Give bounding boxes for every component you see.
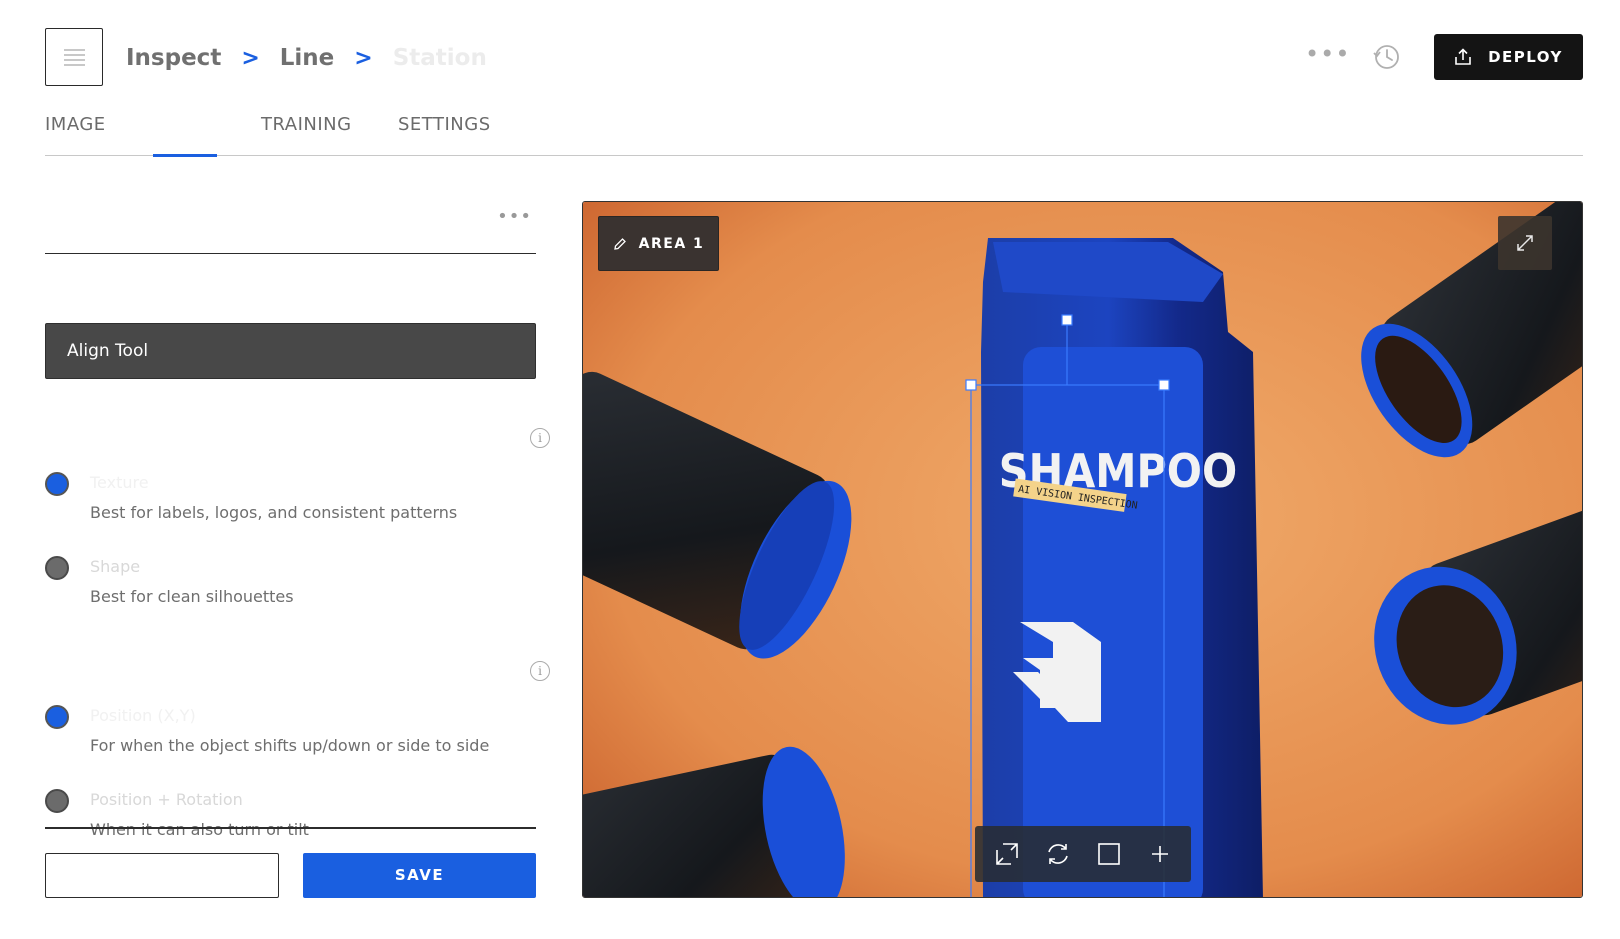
add-tool-button[interactable]	[1141, 835, 1179, 873]
area-label-chip[interactable]: AREA 1	[598, 216, 719, 271]
history-icon[interactable]	[1372, 42, 1402, 72]
breadcrumb-station: Station	[392, 45, 487, 71]
pencil-icon	[613, 237, 626, 250]
option-label-position-xy: Position (X,Y)	[90, 706, 196, 725]
breadcrumb: Inspect > Line > Station	[126, 38, 487, 78]
align-tool-bar[interactable]: Align Tool	[45, 323, 536, 379]
panel-more-icon[interactable]: •••	[497, 206, 532, 227]
panel-divider	[45, 827, 536, 829]
area-label: AREA 1	[638, 235, 705, 252]
expand-icon	[1517, 235, 1533, 251]
cancel-button[interactable]	[45, 853, 279, 898]
resize-icon	[995, 843, 1018, 865]
option-label-position-rotation: Position + Rotation	[90, 790, 243, 809]
breadcrumb-line[interactable]: Line	[280, 45, 335, 71]
option-label-shape: Shape	[90, 557, 141, 576]
active-tab-indicator	[153, 154, 217, 157]
deploy-button[interactable]: DEPLOY	[1434, 34, 1583, 80]
save-button[interactable]: SAVE	[303, 853, 536, 898]
option-desc-position-rotation: When it can also turn or tilt	[90, 820, 309, 839]
menu-button[interactable]	[45, 28, 103, 86]
tab-settings[interactable]: SETTINGS	[398, 114, 491, 135]
expand-button[interactable]	[1498, 216, 1552, 270]
resize-tool-button[interactable]	[988, 835, 1026, 873]
option-label-texture: Texture	[90, 473, 149, 492]
tab-bar: IMAGE TRAINING SETTINGS	[45, 112, 1583, 157]
image-viewer[interactable]: SHAMPOO AI VISION INSPECTION AREA 1	[582, 201, 1583, 898]
save-label: SAVE	[394, 866, 445, 884]
square-icon	[1097, 843, 1120, 865]
panel-header: •••	[45, 200, 536, 254]
rotate-icon	[1047, 844, 1068, 864]
option-desc-shape: Best for clean silhouettes	[90, 587, 294, 606]
align-tool-label: Align Tool	[67, 341, 149, 361]
info-icon[interactable]: i	[530, 428, 550, 448]
radio-shape[interactable]	[45, 556, 69, 580]
option-desc-texture: Best for labels, logos, and consistent p…	[90, 503, 458, 522]
inspection-image: SHAMPOO AI VISION INSPECTION	[583, 202, 1582, 897]
square-tool-button[interactable]	[1090, 835, 1128, 873]
more-options-icon[interactable]: •••	[1305, 42, 1349, 72]
floating-toolbar	[975, 826, 1191, 882]
rotate-tool-button[interactable]	[1039, 835, 1077, 873]
tab-image[interactable]: IMAGE	[45, 114, 106, 135]
chevron-right-icon: >	[241, 45, 260, 71]
radio-texture[interactable]	[45, 472, 69, 496]
chevron-right-icon: >	[354, 45, 373, 71]
deploy-label: DEPLOY	[1488, 48, 1563, 66]
info-icon[interactable]: i	[530, 661, 550, 681]
plus-icon	[1151, 846, 1168, 862]
upload-icon	[1455, 48, 1471, 65]
tab-training[interactable]: TRAINING	[261, 114, 352, 135]
breadcrumb-inspect[interactable]: Inspect	[126, 45, 221, 71]
radio-position-rotation[interactable]	[45, 789, 69, 813]
option-desc-position-xy: For when the object shifts up/down or si…	[90, 736, 490, 755]
radio-position-xy[interactable]	[45, 705, 69, 729]
